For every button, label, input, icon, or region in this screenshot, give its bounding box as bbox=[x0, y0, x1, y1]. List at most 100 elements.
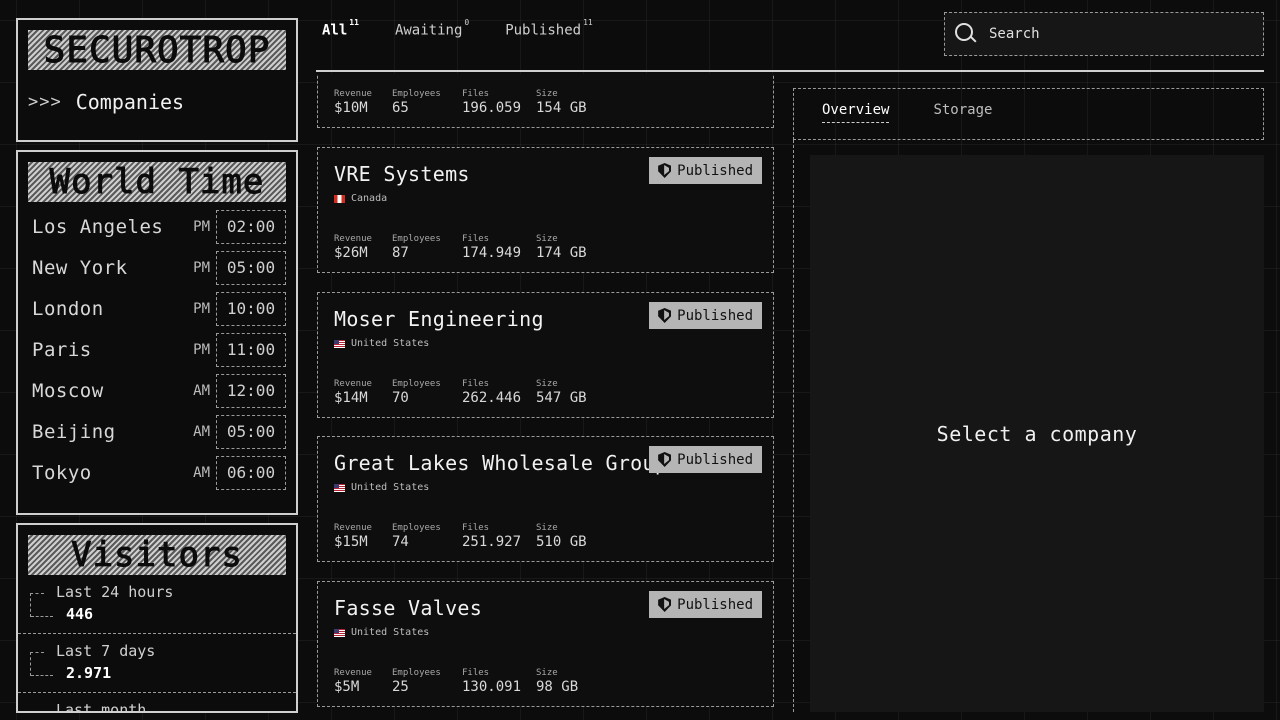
search-icon bbox=[955, 23, 977, 45]
nav-companies[interactable]: >>> Companies bbox=[28, 90, 296, 114]
country-name: United States bbox=[351, 338, 430, 349]
stat-label-size: Size bbox=[536, 89, 558, 99]
stat-label-employees: Employees bbox=[392, 234, 441, 244]
ampm: PM bbox=[193, 218, 210, 235]
flag-us-icon bbox=[334, 339, 345, 348]
status-label: Published bbox=[677, 307, 753, 324]
stat-label-employees: Employees bbox=[392, 523, 441, 533]
app-logo: SECUROTROP bbox=[28, 29, 286, 71]
stat-size: 174 GB bbox=[536, 245, 587, 261]
visitors-item: Last 24 hours 446 bbox=[18, 575, 296, 634]
detail-tabs: Overview Storage bbox=[822, 102, 992, 123]
time-row-los-angeles: Los Angeles PM 02:00 bbox=[32, 206, 286, 247]
company-card[interactable]: Fasse Valves United States Published Rev… bbox=[317, 581, 774, 707]
stat-label-revenue: Revenue bbox=[334, 668, 372, 678]
company-card[interactable]: Moser Engineering United States Publishe… bbox=[317, 292, 774, 418]
company-card[interactable]: Great Lakes Wholesale Group United State… bbox=[317, 436, 774, 562]
stat-label-revenue: Revenue bbox=[334, 379, 372, 389]
visitors-panel: Visitors Last 24 hours 446 Last 7 days 2… bbox=[16, 523, 298, 713]
company-list[interactable]: Revenue $10M Employees 65 Files 196.059 Siz… bbox=[316, 74, 776, 720]
status-label: Published bbox=[677, 162, 753, 179]
company-card[interactable]: VRE Systems Canada Published Revenue $26M… bbox=[317, 147, 774, 273]
city-name: New York bbox=[32, 256, 128, 279]
search-box[interactable] bbox=[944, 12, 1264, 56]
country-name: Canada bbox=[351, 193, 388, 204]
city-name: Los Angeles bbox=[32, 215, 164, 238]
stat-revenue: $14M bbox=[334, 390, 368, 406]
shield-icon bbox=[658, 597, 672, 612]
status-badge: Published bbox=[649, 446, 762, 473]
stat-files: 251.927 bbox=[462, 534, 522, 550]
stat-revenue: $26M bbox=[334, 245, 368, 261]
detail-border bbox=[793, 140, 794, 712]
clock: 05:00 bbox=[216, 414, 286, 449]
shield-icon bbox=[658, 452, 672, 467]
tab-storage[interactable]: Storage bbox=[933, 102, 992, 123]
ampm: PM bbox=[193, 259, 210, 276]
stat-label-revenue: Revenue bbox=[334, 234, 372, 244]
company-stats: Revenue $15M Employees 74 Files 251.927 Siz… bbox=[334, 523, 606, 550]
visitors-value: 446 bbox=[66, 605, 94, 623]
tab-label: Published bbox=[505, 22, 582, 39]
stat-label-size: Size bbox=[536, 523, 558, 533]
search-input[interactable] bbox=[989, 26, 1239, 42]
visitors-label: Last month bbox=[56, 701, 147, 713]
stat-label-files: Files bbox=[462, 379, 490, 389]
tab-count: 11 bbox=[349, 18, 359, 27]
clock: 06:00 bbox=[216, 455, 286, 490]
status-badge: Published bbox=[649, 302, 762, 329]
stat-size: 547 GB bbox=[536, 390, 587, 406]
bracket-icon bbox=[30, 593, 53, 617]
tab-all[interactable]: All11 bbox=[322, 18, 359, 39]
company-stats: Revenue $26M Employees 87 Files 174.949 Siz… bbox=[334, 234, 606, 261]
ampm: PM bbox=[193, 341, 210, 358]
company-card[interactable]: Revenue $10M Employees 65 Files 196.059 Siz… bbox=[317, 74, 774, 128]
stat-files: 130.091 bbox=[462, 679, 522, 695]
stat-revenue: $15M bbox=[334, 534, 368, 550]
tab-published[interactable]: Published11 bbox=[505, 18, 593, 39]
stat-label-size: Size bbox=[536, 234, 558, 244]
stat-label-employees: Employees bbox=[392, 89, 441, 99]
ampm: AM bbox=[193, 464, 210, 481]
city-name: Paris bbox=[32, 338, 92, 361]
company-country: Canada bbox=[334, 193, 387, 204]
detail-panel: Select a company bbox=[810, 155, 1264, 712]
detail-header: Overview Storage bbox=[793, 88, 1264, 140]
stat-size: 510 GB bbox=[536, 534, 587, 550]
tab-awaiting[interactable]: Awaiting0 bbox=[394, 18, 469, 39]
stat-label-size: Size bbox=[536, 668, 558, 678]
time-row-beijing: Beijing AM 05:00 bbox=[32, 411, 286, 452]
stat-revenue: $10M bbox=[334, 100, 368, 116]
stat-label-files: Files bbox=[462, 89, 490, 99]
clock: 12:00 bbox=[216, 373, 286, 408]
stat-label-size: Size bbox=[536, 379, 558, 389]
stat-employees: 25 bbox=[392, 679, 409, 695]
company-name: Fasse Valves bbox=[334, 596, 483, 620]
stat-employees: 70 bbox=[392, 390, 409, 406]
company-stats: Revenue $10M Employees 65 Files 196.059 Siz… bbox=[334, 89, 606, 116]
shield-icon bbox=[658, 308, 672, 323]
stat-employees: 87 bbox=[392, 245, 409, 261]
visitors-item: Last month bbox=[18, 693, 296, 713]
company-name: Great Lakes Wholesale Group bbox=[334, 451, 668, 475]
flag-us-icon bbox=[334, 628, 345, 637]
time-list: Los Angeles PM 02:00 New York PM 05:00 L… bbox=[32, 206, 286, 493]
stat-files: 196.059 bbox=[462, 100, 522, 116]
clock: 02:00 bbox=[216, 209, 286, 244]
time-row-paris: Paris PM 11:00 bbox=[32, 329, 286, 370]
company-stats: Revenue $5M Employees 25 Files 130.091 Size… bbox=[334, 668, 606, 695]
status-label: Published bbox=[677, 596, 753, 613]
tab-count: 0 bbox=[464, 18, 470, 27]
world-time-title: World Time bbox=[28, 162, 286, 203]
time-row-tokyo: Tokyo AM 06:00 bbox=[32, 452, 286, 493]
clock: 10:00 bbox=[216, 291, 286, 326]
time-row-moscow: Moscow AM 12:00 bbox=[32, 370, 286, 411]
company-country: United States bbox=[334, 627, 429, 638]
stat-employees: 65 bbox=[392, 100, 409, 116]
nav-arrows-icon: >>> bbox=[28, 92, 62, 112]
status-badge: Published bbox=[649, 157, 762, 184]
logo-panel: SECUROTROP >>> Companies bbox=[16, 18, 298, 142]
tab-label: Awaiting bbox=[394, 22, 463, 39]
time-row-new-york: New York PM 05:00 bbox=[32, 247, 286, 288]
tab-overview[interactable]: Overview bbox=[822, 102, 890, 123]
